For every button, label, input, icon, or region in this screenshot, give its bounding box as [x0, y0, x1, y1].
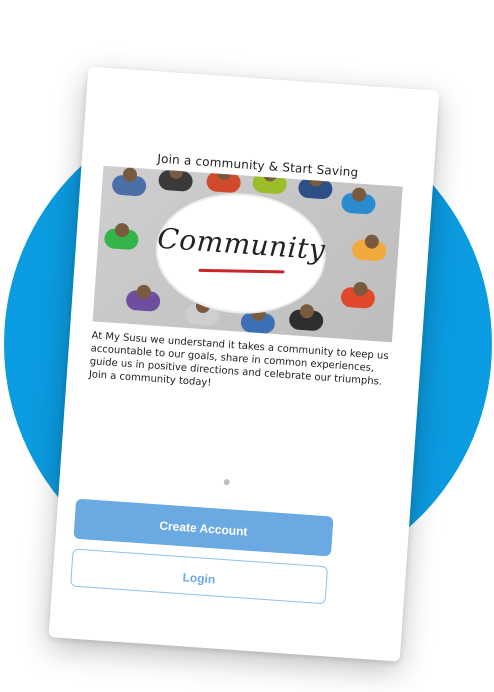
onboarding-body: At My Susu we understand it takes a comm…	[88, 330, 389, 389]
stage: Join a community & Start Saving Communit…	[0, 0, 494, 692]
phone-screen: Join a community & Start Saving Communit…	[48, 66, 440, 662]
create-account-button[interactable]: Create Account	[73, 498, 334, 557]
community-underline	[198, 268, 285, 274]
community-word: Community	[156, 221, 327, 267]
page-indicator-dot	[223, 478, 230, 486]
login-button[interactable]: Login	[70, 548, 329, 605]
person-figure	[252, 172, 288, 195]
community-photo: Community	[92, 165, 403, 343]
community-board: Community	[151, 187, 330, 320]
